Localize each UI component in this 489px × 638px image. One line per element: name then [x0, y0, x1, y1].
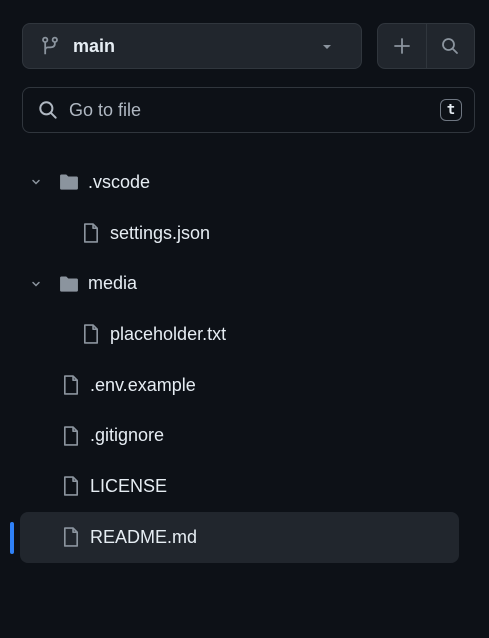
file-icon	[60, 526, 82, 548]
toolbar: main	[22, 23, 482, 71]
tree-file-row[interactable]: placeholder.txt	[10, 309, 479, 360]
file-actions-group	[377, 23, 475, 69]
file-tree-panel: main Go to file t .vscode settings.json …	[10, 5, 479, 633]
chevron-down-icon[interactable]	[30, 176, 42, 188]
active-indicator	[10, 521, 14, 554]
tree-item-label: media	[88, 273, 138, 294]
add-file-button[interactable]	[378, 24, 426, 68]
tree-folder-row[interactable]: media	[10, 258, 479, 309]
tree-item-label: LICENSE	[90, 475, 168, 496]
branch-selector-button[interactable]: main	[22, 23, 362, 69]
keyboard-shortcut-badge: t	[440, 99, 462, 121]
file-icon	[80, 323, 102, 345]
file-icon	[80, 222, 102, 244]
search-placeholder: Go to file	[69, 99, 142, 120]
tree-item-label: .vscode	[88, 171, 151, 192]
tree-item-label: settings.json	[110, 222, 211, 243]
plus-icon	[392, 36, 412, 56]
tree-file-row[interactable]: .env.example	[10, 360, 479, 411]
file-tree: .vscode settings.json media placeholder.txt…	[10, 157, 479, 563]
search-code-button[interactable]	[427, 24, 475, 68]
tree-item-label: .gitignore	[90, 425, 165, 446]
file-icon	[60, 374, 82, 396]
file-icon	[60, 475, 82, 497]
tree-item-label: README.md	[90, 526, 198, 547]
tree-folder-row[interactable]: .vscode	[10, 157, 479, 208]
folder-icon	[58, 171, 80, 193]
tree-file-row[interactable]: .gitignore	[10, 410, 479, 461]
tree-file-row[interactable]: README.md	[10, 511, 459, 563]
file-icon	[60, 425, 82, 447]
caret-down-icon	[321, 41, 333, 53]
git-branch-icon	[39, 35, 61, 57]
tree-item-label: placeholder.txt	[110, 323, 227, 344]
folder-icon	[58, 273, 80, 295]
go-to-file-input[interactable]: Go to file t	[22, 87, 475, 133]
tree-item-label: .env.example	[90, 374, 196, 395]
tree-file-row[interactable]: settings.json	[10, 208, 479, 259]
search-icon	[37, 99, 59, 121]
tree-file-row[interactable]: LICENSE	[10, 461, 479, 512]
chevron-down-icon[interactable]	[30, 278, 42, 290]
branch-name: main	[73, 35, 116, 56]
search-icon	[440, 36, 460, 56]
